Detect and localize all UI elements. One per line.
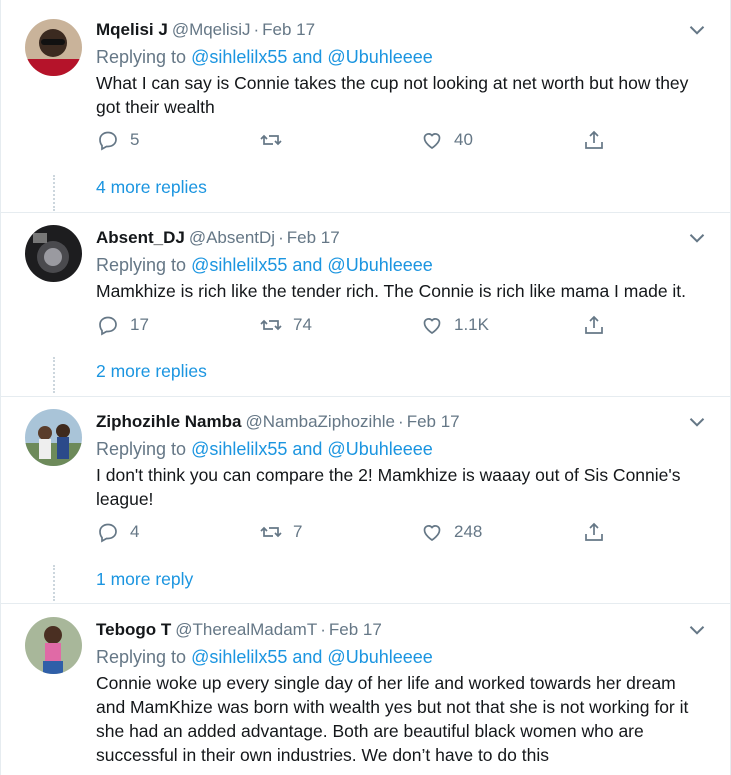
replying-to: Replying to @sihlelilx55 and @Ubuhleeee — [96, 252, 433, 278]
chevron-down-icon[interactable] — [684, 225, 710, 251]
like-count: 40 — [454, 130, 473, 149]
separator: · — [253, 20, 260, 39]
thread-connector — [53, 565, 55, 601]
tweet-text: I don't think you can compare the 2! Mam… — [96, 465, 681, 509]
thread-connector — [53, 357, 55, 393]
like-count: 1.1K — [454, 315, 489, 334]
replying-users[interactable]: @sihlelilx55 and @Ubuhleeee — [191, 647, 433, 667]
display-name[interactable]: Tebogo T — [96, 620, 171, 639]
reply-icon — [96, 520, 120, 544]
separator: · — [320, 620, 326, 639]
replying-prefix: Replying to — [96, 647, 187, 667]
tweet-header: Tebogo T @TherealMadamT · Feb 17 — [96, 617, 382, 643]
user-handle[interactable]: @NambaZiphozihle — [245, 412, 395, 431]
replying-users[interactable]: @sihlelilx55 and @Ubuhleeee — [191, 47, 433, 67]
replying-to: Replying to @sihlelilx55 and @Ubuhleeee — [96, 644, 433, 670]
replying-prefix: Replying to — [96, 47, 187, 67]
tweet-actions: 17 74 1.1K — [96, 311, 656, 339]
divider — [1, 396, 730, 397]
separator: · — [278, 228, 284, 247]
replying-to: Replying to @sihlelilx55 and @Ubuhleeee — [96, 436, 433, 462]
share-icon — [582, 313, 606, 337]
reply-thread: Mqelisi J @MqelisiJ · Feb 17 Replying to @s… — [0, 0, 731, 775]
divider — [1, 212, 730, 213]
retweet-button[interactable]: 74 — [259, 311, 312, 339]
more-replies-link[interactable]: 1 more reply — [96, 569, 193, 590]
user-handle[interactable]: @AbsentDj — [189, 228, 275, 247]
heart-icon — [420, 128, 444, 152]
reply-icon — [96, 313, 120, 337]
chevron-down-icon[interactable] — [684, 409, 710, 435]
tweet-actions: 5 40 — [96, 126, 656, 154]
like-button[interactable]: 248 — [420, 518, 482, 546]
tweet-text: Mamkhize is rich like the tender rich. T… — [96, 281, 687, 301]
tweet-header: Mqelisi J @MqelisiJ · Feb 17 — [96, 17, 315, 43]
tweet-text: What I can say is Connie takes the cup n… — [96, 73, 689, 117]
display-name[interactable]: Ziphozihle Namba — [96, 412, 241, 431]
retweet-icon — [259, 313, 283, 337]
like-button[interactable]: 1.1K — [420, 311, 489, 339]
chevron-down-icon[interactable] — [684, 617, 710, 643]
more-replies-link[interactable]: 2 more replies — [96, 361, 207, 382]
chevron-down-icon[interactable] — [684, 17, 710, 43]
tweet-header: Absent_DJ @AbsentDj · Feb 17 — [96, 225, 340, 251]
reply-button[interactable]: 4 — [96, 518, 139, 546]
retweet-icon — [259, 128, 283, 152]
reply-count: 5 — [130, 130, 140, 149]
tweet-date[interactable]: Feb 17 — [262, 20, 315, 39]
separator: · — [398, 412, 404, 431]
thread-connector — [53, 175, 55, 211]
display-name[interactable]: Mqelisi J — [96, 20, 168, 39]
user-handle[interactable]: @TherealMadamT — [175, 620, 317, 639]
avatar[interactable] — [25, 19, 82, 76]
retweet-icon — [259, 520, 283, 544]
tweet-actions: 4 7 248 — [96, 518, 656, 546]
avatar[interactable] — [25, 225, 82, 282]
tweet-date[interactable]: Feb 17 — [407, 412, 460, 431]
share-button[interactable] — [582, 311, 606, 339]
tweet-header: Ziphozihle Namba @NambaZiphozihle · Feb 17 — [96, 409, 460, 435]
share-icon — [582, 520, 606, 544]
replying-prefix: Replying to — [96, 439, 187, 459]
avatar[interactable] — [25, 617, 82, 674]
retweet-count: 7 — [293, 522, 303, 541]
reply-button[interactable]: 5 — [96, 126, 139, 154]
user-handle[interactable]: @MqelisiJ — [172, 20, 251, 39]
reply-count: 17 — [130, 315, 149, 334]
retweet-button[interactable] — [259, 126, 293, 154]
more-replies-link[interactable]: 4 more replies — [96, 177, 207, 198]
share-button[interactable] — [582, 518, 606, 546]
like-button[interactable]: 40 — [420, 126, 473, 154]
avatar[interactable] — [25, 409, 82, 466]
tweet-date[interactable]: Feb 17 — [329, 620, 382, 639]
reply-icon — [96, 128, 120, 152]
heart-icon — [420, 520, 444, 544]
like-count: 248 — [454, 522, 483, 541]
display-name[interactable]: Absent_DJ — [96, 228, 185, 247]
replying-prefix: Replying to — [96, 255, 187, 275]
divider — [1, 603, 730, 604]
heart-icon — [420, 313, 444, 337]
reply-button[interactable]: 17 — [96, 311, 149, 339]
replying-users[interactable]: @sihlelilx55 and @Ubuhleeee — [191, 255, 433, 275]
share-button[interactable] — [582, 126, 606, 154]
replying-to: Replying to @sihlelilx55 and @Ubuhleeee — [96, 44, 433, 70]
retweet-count: 74 — [293, 315, 312, 334]
replying-users[interactable]: @sihlelilx55 and @Ubuhleeee — [191, 439, 433, 459]
retweet-button[interactable]: 7 — [259, 518, 302, 546]
tweet-text: Connie woke up every single day of her l… — [96, 673, 689, 765]
reply-count: 4 — [130, 522, 140, 541]
tweet-date[interactable]: Feb 17 — [287, 228, 340, 247]
share-icon — [582, 128, 606, 152]
